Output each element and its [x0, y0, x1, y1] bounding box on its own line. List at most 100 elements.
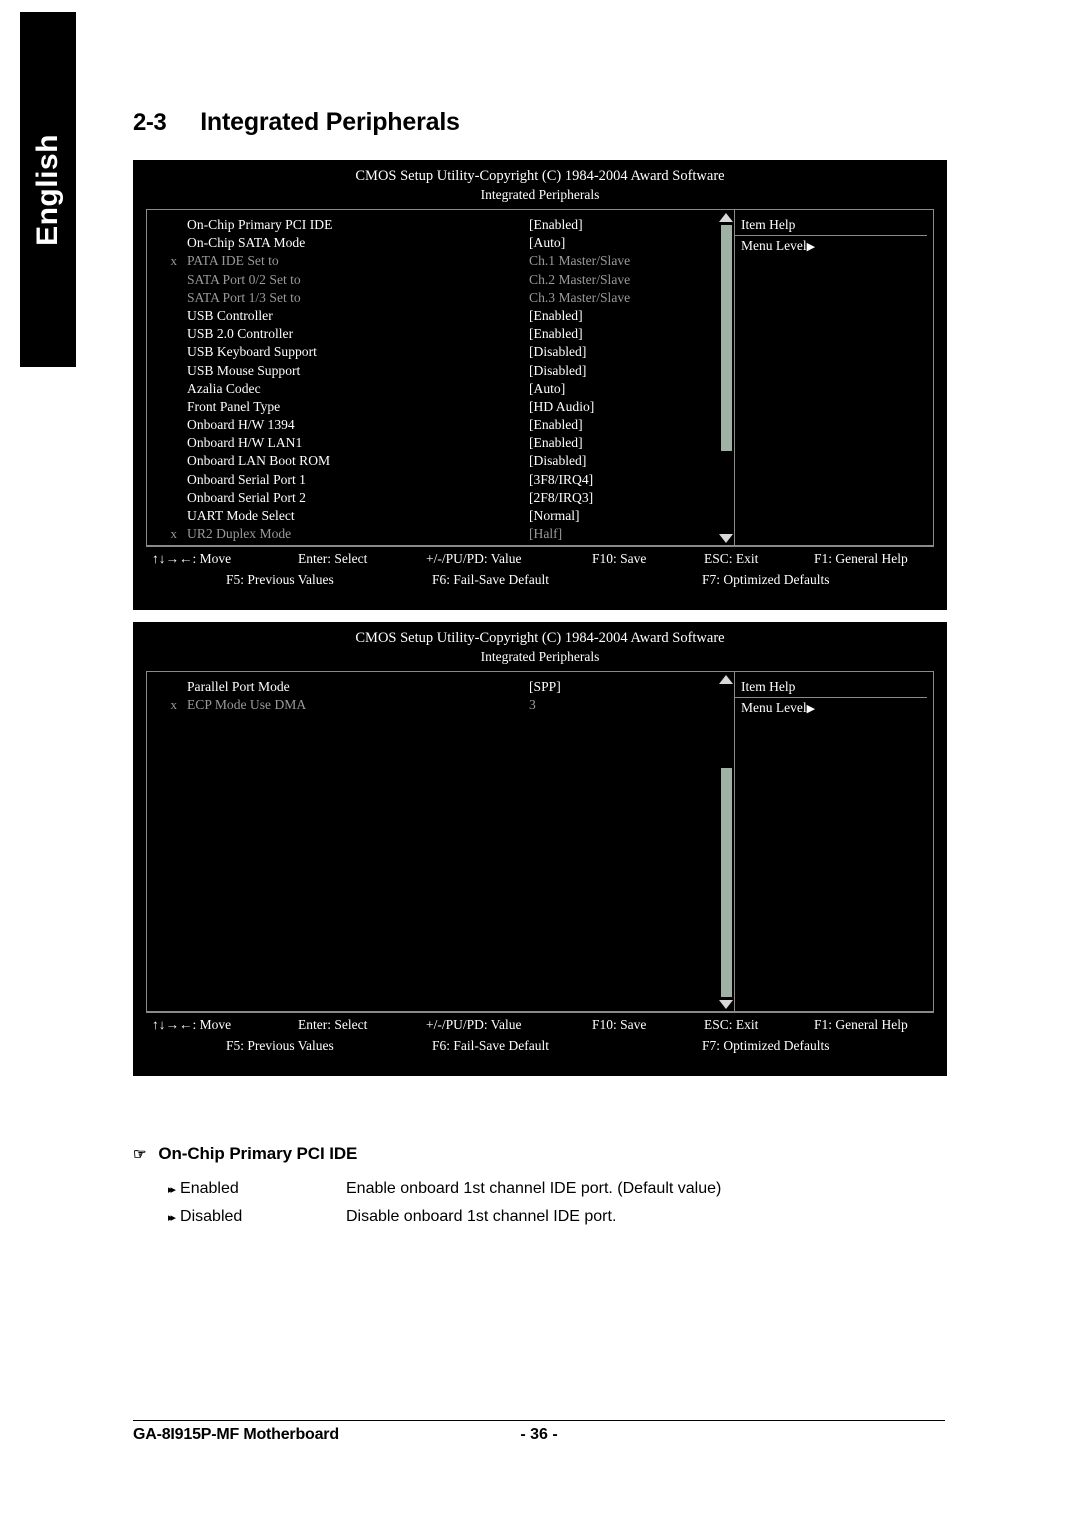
- row-setting-name: Onboard H/W 1394: [187, 417, 295, 433]
- key-exit: ESC: Exit: [704, 1017, 759, 1032]
- bios-2-title-block: CMOS Setup Utility-Copyright (C) 1984-20…: [134, 623, 946, 665]
- row-setting-name: UR2 Duplex Mode: [187, 526, 292, 542]
- bios-setting-row[interactable]: Azalia Codec [Auto]: [147, 380, 734, 398]
- row-setting-value[interactable]: [Disabled]: [529, 362, 734, 380]
- row-setting-value[interactable]: [Disabled]: [529, 452, 734, 470]
- bios-setting-row[interactable]: USB 2.0 Controller [Enabled]: [147, 325, 734, 343]
- row-setting-value[interactable]: [2F8/IRQ3]: [529, 489, 734, 507]
- row-setting-value[interactable]: 3: [529, 696, 734, 714]
- section-title: Integrated Peripherals: [200, 108, 460, 136]
- option-item-1-label: Disabled: [180, 1208, 243, 1225]
- bios-setting-row[interactable]: SATA Port 1/3 Set to Ch.3 Master/Slave: [147, 289, 734, 307]
- row-setting-value[interactable]: Ch.3 Master/Slave: [529, 289, 734, 307]
- bios-2-scrollbar[interactable]: [718, 672, 734, 1012]
- bios-setting-row[interactable]: Onboard Serial Port 2 [2F8/IRQ3]: [147, 489, 734, 507]
- key-failsafe: F6: Fail-Save Default: [432, 1038, 549, 1053]
- key-value: +/-/PU/PD: Value: [426, 551, 522, 566]
- row-disabled-marker: x: [170, 526, 178, 542]
- row-setting-name: PATA IDE Set to: [187, 253, 279, 269]
- bios-1-title: CMOS Setup Utility-Copyright (C) 1984-20…: [355, 168, 725, 184]
- bios-setting-row[interactable]: Onboard Serial Port 1 [3F8/IRQ4]: [147, 471, 734, 489]
- key-select: Enter: Select: [298, 551, 368, 566]
- menu-level-arrow-icon: ▶: [806, 703, 816, 715]
- row-setting-name: Onboard H/W LAN1: [187, 435, 303, 451]
- bios-setting-row[interactable]: Onboard H/W 1394 [Enabled]: [147, 416, 734, 434]
- bios-1-settings-list: On-Chip Primary PCI IDE [Enabled] On-Chip …: [147, 210, 735, 546]
- row-disabled-marker: x: [170, 697, 178, 713]
- scroll-track[interactable]: [720, 225, 732, 531]
- bios-setting-row[interactable]: x ECP Mode Use DMA 3: [147, 696, 734, 714]
- row-setting-value[interactable]: [SPP]: [529, 678, 734, 696]
- row-setting-value[interactable]: [Enabled]: [529, 216, 734, 234]
- bios-setting-row[interactable]: Onboard LAN Boot ROM [Disabled]: [147, 452, 734, 470]
- key-optimized: F7: Optimized Defaults: [702, 572, 830, 587]
- bios-1-help-level-text: Menu Level: [741, 238, 807, 253]
- row-setting-name: Onboard Serial Port 1: [187, 471, 306, 487]
- bios-1-subtitle: Integrated Peripherals: [480, 186, 600, 202]
- language-tab-label: English: [31, 133, 64, 246]
- bios-setting-row[interactable]: On-Chip SATA Mode [Auto]: [147, 234, 734, 252]
- row-setting-value[interactable]: [Enabled]: [529, 434, 734, 452]
- row-setting-name: SATA Port 0/2 Set to: [187, 271, 301, 287]
- scroll-down-arrow-icon[interactable]: [719, 534, 733, 543]
- row-setting-value[interactable]: [HD Audio]: [529, 398, 734, 416]
- key-help: F1: General Help: [814, 551, 908, 566]
- option-item-0-description: Enable onboard 1st channel IDE port. (De…: [346, 1180, 722, 1197]
- bios-setting-row[interactable]: On-Chip Primary PCI IDE [Enabled]: [147, 216, 734, 234]
- bios-1-footer: ↑↓→←: Move Enter: Select +/-/PU/PD: Valu…: [146, 545, 934, 599]
- row-setting-value[interactable]: [Normal]: [529, 507, 734, 525]
- double-arrow-icon: ▸▸: [168, 1184, 176, 1196]
- option-item-0-label: Enabled: [180, 1180, 239, 1197]
- bios-2-help-panel: Item Help Menu Level▶: [735, 672, 933, 1012]
- row-setting-name: USB Keyboard Support: [187, 344, 317, 360]
- bios-setting-row[interactable]: x UR2 Duplex Mode [Half]: [147, 525, 734, 543]
- bios-setting-row[interactable]: UART Mode Select [Normal]: [147, 507, 734, 525]
- row-setting-value[interactable]: Ch.2 Master/Slave: [529, 271, 734, 289]
- bios-1-body: On-Chip Primary PCI IDE [Enabled] On-Chip …: [146, 209, 934, 547]
- bios-1-scrollbar[interactable]: [718, 210, 734, 546]
- row-setting-value[interactable]: [3F8/IRQ4]: [529, 471, 734, 489]
- row-setting-value[interactable]: Ch.1 Master/Slave: [529, 252, 734, 270]
- key-select: Enter: Select: [298, 1017, 368, 1032]
- key-previous: F5: Previous Values: [226, 1038, 334, 1053]
- option-item-1-description: Disable onboard 1st channel IDE port.: [346, 1208, 617, 1225]
- bios-setting-row[interactable]: x PATA IDE Set to Ch.1 Master/Slave: [147, 252, 734, 270]
- key-move: ↑↓→←: Move: [152, 551, 232, 566]
- row-setting-name: Onboard Serial Port 2: [187, 489, 306, 505]
- menu-level-arrow-icon: ▶: [806, 241, 816, 253]
- row-setting-name: ECP Mode Use DMA: [187, 697, 307, 713]
- row-setting-value[interactable]: [Auto]: [529, 234, 734, 252]
- bios-setting-row[interactable]: USB Mouse Support [Disabled]: [147, 362, 734, 380]
- bios-2-help-level-text: Menu Level: [741, 700, 807, 715]
- scroll-thumb[interactable]: [720, 225, 732, 452]
- scroll-up-arrow-icon[interactable]: [719, 213, 733, 222]
- bios-setting-row[interactable]: USB Controller [Enabled]: [147, 307, 734, 325]
- row-setting-value[interactable]: [Enabled]: [529, 307, 734, 325]
- scroll-thumb[interactable]: [720, 767, 732, 997]
- row-setting-value[interactable]: [Half]: [529, 525, 734, 543]
- scroll-down-arrow-icon[interactable]: [719, 1000, 733, 1009]
- bios-setting-row[interactable]: USB Keyboard Support [Disabled]: [147, 343, 734, 361]
- row-setting-value[interactable]: [Auto]: [529, 380, 734, 398]
- row-setting-value[interactable]: [Disabled]: [529, 343, 734, 361]
- bios-2-body: Parallel Port Mode [SPP] x ECP Mode Use DMA…: [146, 671, 934, 1013]
- bios-setting-row[interactable]: SATA Port 0/2 Set to Ch.2 Master/Slave: [147, 271, 734, 289]
- bios-screen-1: CMOS Setup Utility-Copyright (C) 1984-20…: [133, 160, 947, 610]
- row-setting-value[interactable]: [Enabled]: [529, 325, 734, 343]
- row-setting-name: Parallel Port Mode: [187, 679, 290, 694]
- bios-2-settings-list: Parallel Port Mode [SPP] x ECP Mode Use DMA…: [147, 672, 735, 1012]
- scroll-up-arrow-icon[interactable]: [719, 675, 733, 684]
- bios-2-help-title: Item Help: [735, 679, 927, 698]
- row-setting-name: SATA Port 1/3 Set to: [187, 289, 301, 305]
- bios-1-help-panel: Item Help Menu Level▶: [735, 210, 933, 546]
- footer-page-number: - 36 -: [520, 1426, 558, 1443]
- bios-setting-row[interactable]: Front Panel Type [HD Audio]: [147, 398, 734, 416]
- option-item-1: ▸▸ Disabled Disable onboard 1st channel I…: [168, 1208, 616, 1226]
- row-setting-value[interactable]: [Enabled]: [529, 416, 734, 434]
- bios-setting-row[interactable]: Parallel Port Mode [SPP]: [147, 678, 734, 696]
- scroll-track[interactable]: [720, 687, 732, 997]
- key-optimized: F7: Optimized Defaults: [702, 1038, 830, 1053]
- bios-setting-row[interactable]: Onboard H/W LAN1 [Enabled]: [147, 434, 734, 452]
- key-move: ↑↓→←: Move: [152, 1017, 232, 1032]
- bios-1-title-block: CMOS Setup Utility-Copyright (C) 1984-20…: [134, 161, 946, 203]
